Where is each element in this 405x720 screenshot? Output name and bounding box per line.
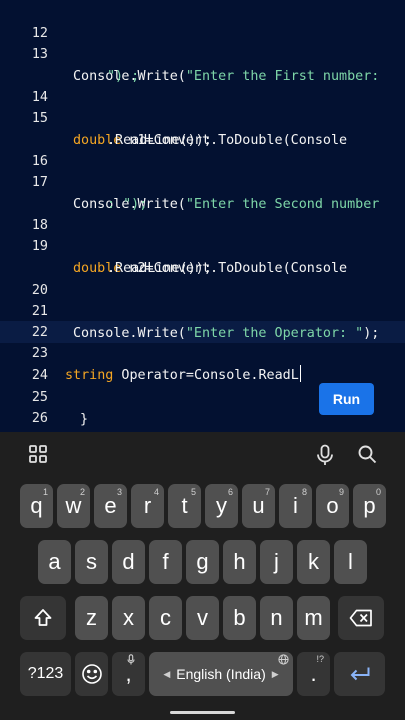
shift-icon — [34, 609, 52, 626]
comma-key[interactable]: , — [112, 652, 145, 696]
key-r[interactable]: 4r — [131, 484, 164, 528]
period-hint: !? — [316, 654, 324, 664]
key-label: t — [181, 493, 188, 518]
backspace-icon — [349, 609, 372, 627]
key-l[interactable]: l — [334, 540, 367, 584]
emoji-icon — [81, 664, 102, 684]
space-key[interactable]: ◀ English (India) ▶ — [149, 652, 293, 696]
key-d[interactable]: d — [112, 540, 145, 584]
key-p[interactable]: 0p — [353, 484, 386, 528]
key-c[interactable]: c — [149, 596, 182, 640]
period-label: . — [310, 661, 317, 686]
run-button[interactable]: Run — [319, 383, 374, 415]
key-g[interactable]: g — [186, 540, 219, 584]
key-s[interactable]: s — [75, 540, 108, 584]
key-b[interactable]: b — [223, 596, 256, 640]
enter-key[interactable] — [334, 652, 385, 696]
apps-grid-icon[interactable] — [28, 444, 50, 466]
key-j[interactable]: j — [260, 540, 293, 584]
key-y[interactable]: 6y — [205, 484, 238, 528]
key-label: o — [326, 493, 339, 518]
space-language-label: English (India) — [176, 666, 266, 682]
symbols-key[interactable]: ?123 — [20, 652, 71, 696]
shift-key[interactable] — [20, 596, 66, 640]
key-hint: 1 — [42, 487, 48, 497]
language-left-arrow-icon: ◀ — [163, 668, 171, 679]
keyboard-toolbar — [0, 432, 405, 476]
microphone-icon[interactable] — [315, 444, 337, 466]
key-hint: 0 — [375, 487, 381, 497]
home-gesture-handle[interactable] — [170, 711, 235, 714]
key-label: i — [293, 493, 298, 518]
key-hint: 3 — [116, 487, 122, 497]
key-x[interactable]: x — [112, 596, 145, 640]
key-i[interactable]: 8i — [279, 484, 312, 528]
key-label: p — [363, 493, 376, 518]
key-t[interactable]: 5t — [168, 484, 201, 528]
key-hint: 8 — [301, 487, 307, 497]
key-w[interactable]: 2w — [57, 484, 90, 528]
key-hint: 6 — [227, 487, 233, 497]
voice-hint-icon — [127, 654, 135, 667]
key-e[interactable]: 3e — [94, 484, 127, 528]
key-label: e — [104, 493, 117, 518]
key-n[interactable]: n — [260, 596, 293, 640]
emoji-key[interactable] — [75, 652, 108, 696]
language-right-arrow-icon: ▶ — [271, 668, 279, 679]
key-hint: 9 — [338, 487, 344, 497]
period-key[interactable]: !? . — [297, 652, 330, 696]
key-a[interactable]: a — [38, 540, 71, 584]
key-hint: 5 — [190, 487, 196, 497]
search-icon[interactable] — [357, 444, 379, 466]
key-label: y — [216, 493, 227, 518]
key-u[interactable]: 7u — [242, 484, 275, 528]
on-screen-keyboard: ?123 , ◀ English (India) ▶ !? . 1q2w3e4 — [0, 432, 405, 720]
key-hint: 4 — [153, 487, 159, 497]
key-v[interactable]: v — [186, 596, 219, 640]
enter-arrow-icon — [350, 667, 369, 681]
key-hint: 7 — [264, 487, 270, 497]
key-label: u — [252, 493, 265, 518]
code-editor[interactable]: 12 13 Console.Write("Enter the First num… — [0, 0, 405, 432]
key-label: r — [143, 493, 152, 518]
globe-icon — [278, 654, 289, 667]
key-o[interactable]: 9o — [316, 484, 349, 528]
key-f[interactable]: f — [149, 540, 182, 584]
key-hint: 2 — [79, 487, 85, 497]
key-m[interactable]: m — [297, 596, 330, 640]
key-label: q — [30, 493, 43, 518]
key-h[interactable]: h — [223, 540, 256, 584]
key-q[interactable]: 1q — [20, 484, 53, 528]
backspace-key[interactable] — [338, 596, 384, 640]
key-k[interactable]: k — [297, 540, 330, 584]
key-z[interactable]: z — [75, 596, 108, 640]
